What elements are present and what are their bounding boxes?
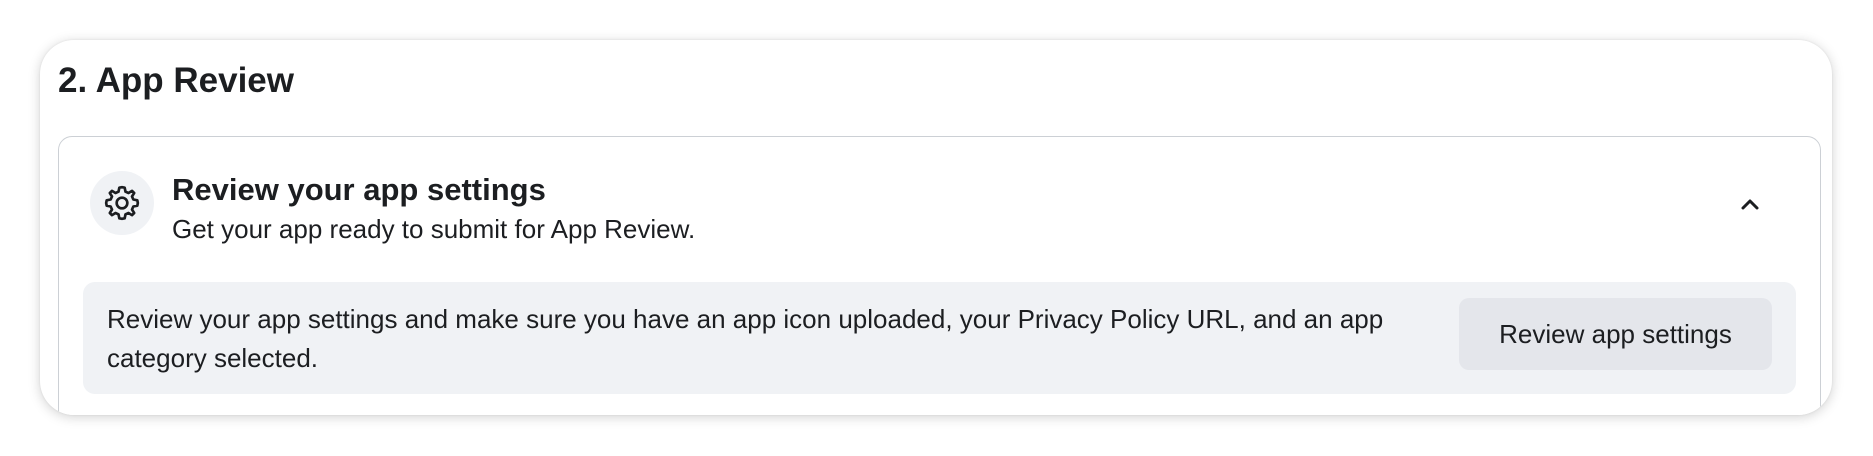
chevron-up-icon xyxy=(1741,199,1759,210)
review-app-settings-button[interactable]: Review app settings xyxy=(1459,298,1772,370)
section-title: 2. App Review xyxy=(58,61,294,100)
app-review-section: 2. App Review Review your app settings G… xyxy=(40,40,1832,415)
detail-panel: Review your app settings and make sure y… xyxy=(83,282,1796,394)
detail-description: Review your app settings and make sure y… xyxy=(107,304,1384,373)
review-settings-card: Review your app settings Get your app re… xyxy=(58,136,1821,415)
card-title: Review your app settings xyxy=(172,172,546,207)
settings-icon-container xyxy=(90,171,154,235)
card-subtitle: Get your app ready to submit for App Rev… xyxy=(172,214,696,244)
collapse-toggle-button[interactable] xyxy=(1732,187,1768,223)
gear-icon xyxy=(104,185,140,221)
